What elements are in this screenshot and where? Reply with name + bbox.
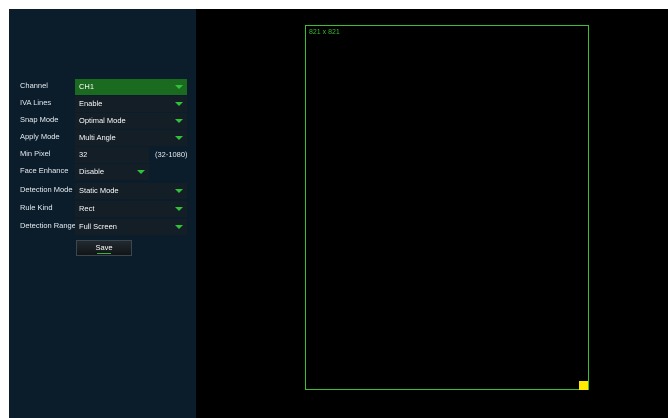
rule-kind-select[interactable]: Rect xyxy=(75,201,187,217)
iva-lines-label: IVA Lines xyxy=(20,98,52,107)
settings-panel: Channel CH1 IVA Lines Enable Snap Mode O… xyxy=(9,9,196,418)
apply-mode-value: Multi Angle xyxy=(79,133,116,142)
main-frame: Channel CH1 IVA Lines Enable Snap Mode O… xyxy=(9,9,668,418)
chevron-down-icon xyxy=(175,136,183,140)
min-pixel-label: Min Pixel xyxy=(20,149,51,158)
snap-mode-row: Snap Mode Optimal Mode xyxy=(9,113,196,129)
detection-range-row: Detection Range Full Screen xyxy=(9,219,196,235)
min-pixel-range: (32-1080) xyxy=(155,150,188,159)
chevron-down-icon xyxy=(175,189,183,193)
channel-value: CH1 xyxy=(79,82,95,91)
chevron-down-icon xyxy=(175,207,183,211)
face-enhance-label: Face Enhance xyxy=(20,166,69,175)
snap-mode-label: Snap Mode xyxy=(20,115,59,124)
rule-kind-label: Rule Kind xyxy=(20,203,53,212)
apply-mode-select[interactable]: Multi Angle xyxy=(75,130,187,146)
save-button-underline xyxy=(97,253,111,254)
rule-kind-row: Rule Kind Rect xyxy=(9,201,196,217)
iva-lines-select[interactable]: Enable xyxy=(75,96,187,112)
detection-range-value: Full Screen xyxy=(79,222,117,231)
snap-mode-value: Optimal Mode xyxy=(79,116,126,125)
min-pixel-input[interactable]: 32 xyxy=(75,147,149,163)
face-enhance-row: Face Enhance Disable xyxy=(9,164,196,180)
chevron-down-icon xyxy=(137,170,145,174)
resize-handle[interactable] xyxy=(579,381,588,390)
chevron-down-icon xyxy=(175,119,183,123)
min-pixel-value: 32 xyxy=(79,150,88,159)
detection-mode-label: Detection Mode xyxy=(20,185,73,194)
chevron-down-icon xyxy=(175,85,183,89)
save-button[interactable]: Save xyxy=(76,240,132,256)
face-enhance-value: Disable xyxy=(79,167,105,176)
detection-mode-value: Static Mode xyxy=(79,186,119,195)
iva-lines-row: IVA Lines Enable xyxy=(9,96,196,112)
snap-mode-select[interactable]: Optimal Mode xyxy=(75,113,187,129)
chevron-down-icon xyxy=(175,102,183,106)
apply-mode-label: Apply Mode xyxy=(20,132,60,141)
channel-label: Channel xyxy=(20,81,48,90)
face-enhance-select[interactable]: Disable xyxy=(75,164,149,180)
min-pixel-row: Min Pixel 32 (32-1080) xyxy=(9,147,196,163)
apply-mode-row: Apply Mode Multi Angle xyxy=(9,130,196,146)
channel-select[interactable]: CH1 xyxy=(75,79,187,95)
area-size-label: 821 x 821 xyxy=(309,29,340,36)
detection-mode-select[interactable]: Static Mode xyxy=(75,183,187,199)
detection-mode-row: Detection Mode Static Mode xyxy=(9,183,196,199)
rule-kind-value: Rect xyxy=(79,204,95,213)
save-button-label: Save xyxy=(95,243,113,252)
detection-area-rect[interactable]: 821 x 821 xyxy=(305,25,589,390)
channel-row: Channel CH1 xyxy=(9,79,196,95)
detection-range-label: Detection Range xyxy=(20,221,76,230)
iva-lines-value: Enable xyxy=(79,99,103,108)
chevron-down-icon xyxy=(175,225,183,229)
detection-range-select[interactable]: Full Screen xyxy=(75,219,187,235)
